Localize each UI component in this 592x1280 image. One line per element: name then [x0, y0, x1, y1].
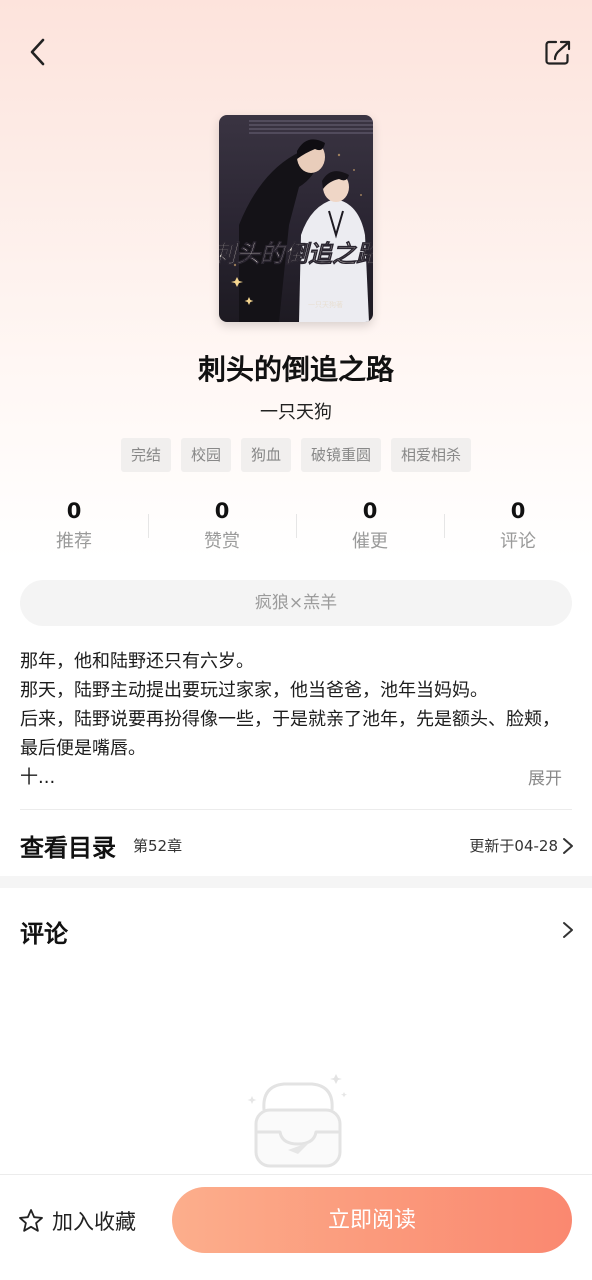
synopsis-line: 那年，他和陆野还只有六岁。 — [20, 651, 254, 672]
tag-item[interactable]: 破镜重圆 — [301, 438, 382, 472]
empty-box-icon — [247, 1074, 347, 1168]
catalog-row[interactable]: 查看目录 第52章 更新于04-28 — [0, 820, 592, 872]
book-cover[interactable]: 刺头的倒追之路 一只天狗著 — [219, 115, 373, 322]
chevron-right-icon — [563, 922, 573, 938]
share-button[interactable] — [536, 30, 580, 74]
synopsis-line: 那天，陆野主动提出要玩过家家，他当爸爸，池年当妈妈。 — [20, 680, 488, 701]
stat-comments[interactable]: 0 评论 — [444, 496, 592, 560]
divider — [20, 809, 572, 810]
star-outline-icon — [19, 1209, 43, 1232]
stat-value: 0 — [362, 499, 378, 523]
tag-item[interactable]: 校园 — [180, 438, 231, 472]
chevron-left-icon — [30, 38, 45, 66]
stat-label: 评论 — [500, 531, 536, 552]
expand-button[interactable]: 展开 — [528, 764, 562, 789]
stat-label: 赞赏 — [204, 531, 240, 552]
share-icon — [545, 40, 571, 65]
tag-item[interactable]: 完结 — [120, 438, 171, 472]
synopsis[interactable]: 那年，他和陆野还只有六岁。 那天，陆野主动提出要玩过家家，他当爸爸，池年当妈妈。… — [20, 647, 576, 792]
catalog-updated-date: 更新于04-28 — [469, 837, 558, 855]
stat-label: 催更 — [352, 531, 388, 552]
tag-list: 完结 校园 狗血 破镜重圆 相爱相杀 — [0, 438, 592, 472]
cover-illustration: 刺头的倒追之路 一只天狗著 — [219, 115, 373, 322]
stat-value: 0 — [214, 499, 230, 523]
catalog-title: 查看目录 — [20, 834, 116, 862]
synopsis-line: 后来，陆野说要再扮得像一些，于是就亲了池年，先是额头、脸颊，最后便是嘴唇。 — [20, 709, 560, 759]
pairing-pill: 疯狼×羔羊 — [20, 580, 572, 626]
tag-item[interactable]: 相爱相杀 — [391, 438, 472, 472]
add-to-favorites-button[interactable]: 加入收藏 — [18, 1201, 136, 1241]
stat-value: 0 — [66, 499, 82, 523]
chevron-right-icon — [563, 838, 573, 854]
read-now-button[interactable]: 立即阅读 — [172, 1187, 572, 1253]
cover-title-art: 刺头的倒追之路 — [219, 239, 373, 268]
top-bar — [0, 0, 592, 104]
comments-title: 评论 — [20, 920, 68, 948]
catalog-chapter-count: 第52章 — [133, 837, 183, 855]
stat-reward[interactable]: 0 赞赏 — [148, 496, 296, 560]
stat-label: 推荐 — [56, 531, 92, 552]
favorite-label: 加入收藏 — [52, 1210, 136, 1234]
stat-recommend[interactable]: 0 推荐 — [0, 496, 148, 560]
stat-urge-update[interactable]: 0 催更 — [296, 496, 444, 560]
book-author[interactable]: 一只天狗 — [0, 398, 592, 424]
book-title: 刺头的倒追之路 — [197, 353, 394, 386]
bottom-action-bar: 加入收藏 立即阅读 — [0, 1174, 592, 1280]
tag-item[interactable]: 狗血 — [240, 438, 291, 472]
stats-row: 0 推荐 0 赞赏 0 催更 0 评论 — [0, 496, 592, 560]
comments-header[interactable]: 评论 — [0, 908, 592, 956]
stat-value: 0 — [510, 499, 526, 523]
cover-author-art: 一只天狗著 — [308, 300, 343, 309]
section-gap — [0, 876, 592, 888]
synopsis-line: 十... — [20, 767, 56, 788]
back-button[interactable] — [16, 30, 60, 74]
